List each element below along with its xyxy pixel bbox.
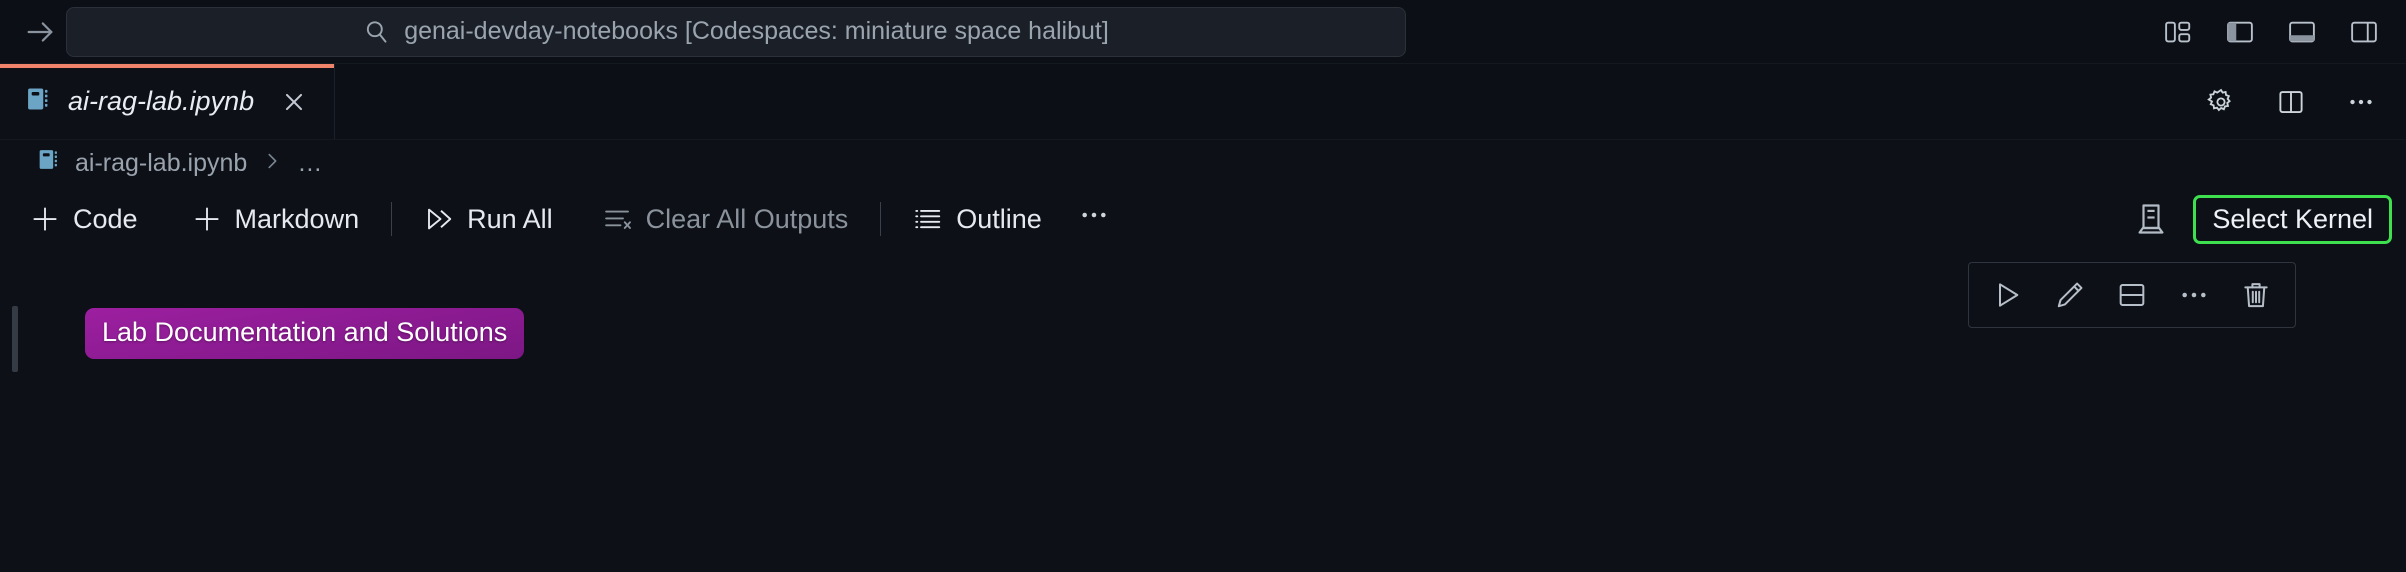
notebook-icon (36, 147, 61, 179)
notebook-icon (24, 85, 52, 118)
editor-tab-bar: ai-rag-lab.ipynb (0, 64, 2406, 140)
tab-ai-rag-lab[interactable]: ai-rag-lab.ipynb (0, 64, 336, 139)
add-markdown-cell-button[interactable]: Markdown (178, 198, 374, 241)
chevron-right-icon (259, 148, 285, 179)
toggle-secondary-sidebar-icon[interactable] (2340, 8, 2388, 56)
markdown-heading-badge: Lab Documentation and Solutions (85, 308, 525, 359)
add-code-cell-label: Code (73, 203, 138, 234)
breadcrumb: ai-rag-lab.ipynb … (0, 140, 2406, 186)
toggle-panel-icon[interactable] (2278, 8, 2326, 56)
navigation-controls (18, 10, 62, 54)
close-icon[interactable] (276, 84, 312, 120)
toolbar-more-icon[interactable] (1064, 195, 1124, 243)
arrow-right-icon[interactable] (18, 10, 62, 54)
clear-all-outputs-button[interactable]: Clear All Outputs (589, 198, 863, 241)
plus-icon (30, 204, 60, 234)
breadcrumb-overflow[interactable]: … (297, 149, 324, 178)
cell-content: Lab Documentation and Solutions (85, 306, 525, 359)
select-kernel-button[interactable]: Select Kernel (2193, 194, 2392, 244)
cell-focus-indicator (12, 306, 18, 372)
title-bar: genai-devday-notebooks [Codespaces: mini… (0, 0, 2406, 64)
toggle-primary-sidebar-icon[interactable] (2216, 8, 2264, 56)
more-actions-icon[interactable] (2338, 79, 2384, 125)
toolbar-separator (391, 202, 393, 236)
notebook-toolbar: Code Markdown Run All Clear All Outputs (0, 186, 2406, 252)
run-all-icon (424, 204, 454, 234)
toolbar-separator (880, 202, 882, 236)
notebook-toolbar-right: Select Kernel (2129, 186, 2392, 252)
editor-actions (2198, 64, 2384, 140)
split-editor-icon[interactable] (2268, 79, 2314, 125)
customize-layout-icon[interactable] (2154, 8, 2202, 56)
clear-outputs-icon (603, 204, 633, 234)
notebook-cell-markdown[interactable]: Lab Documentation and Solutions (0, 306, 2406, 372)
outline-label: Outline (956, 203, 1042, 234)
quick-input-search-bar[interactable]: genai-devday-notebooks [Codespaces: mini… (66, 6, 1406, 57)
tab-label: ai-rag-lab.ipynb (68, 86, 255, 116)
notebook-body: Lab Documentation and Solutions (0, 252, 2406, 484)
search-input[interactable]: genai-devday-notebooks [Codespaces: mini… (404, 17, 1109, 46)
run-all-button[interactable]: Run All (410, 198, 567, 241)
add-markdown-cell-label: Markdown (234, 203, 360, 234)
add-code-cell-button[interactable]: Code (16, 198, 152, 241)
clear-all-outputs-label: Clear All Outputs (645, 203, 849, 234)
search-icon (363, 18, 390, 45)
run-all-label: Run All (467, 203, 553, 234)
plus-icon (192, 204, 222, 234)
outline-icon (913, 204, 943, 234)
title-bar-actions (2154, 0, 2388, 64)
breadcrumb-file-label: ai-rag-lab.ipynb (75, 148, 248, 177)
outline-button[interactable]: Outline (899, 198, 1056, 241)
gear-icon[interactable] (2198, 79, 2244, 125)
kernel-server-icon (2129, 197, 2173, 241)
breadcrumb-item-file[interactable]: ai-rag-lab.ipynb (36, 147, 247, 179)
